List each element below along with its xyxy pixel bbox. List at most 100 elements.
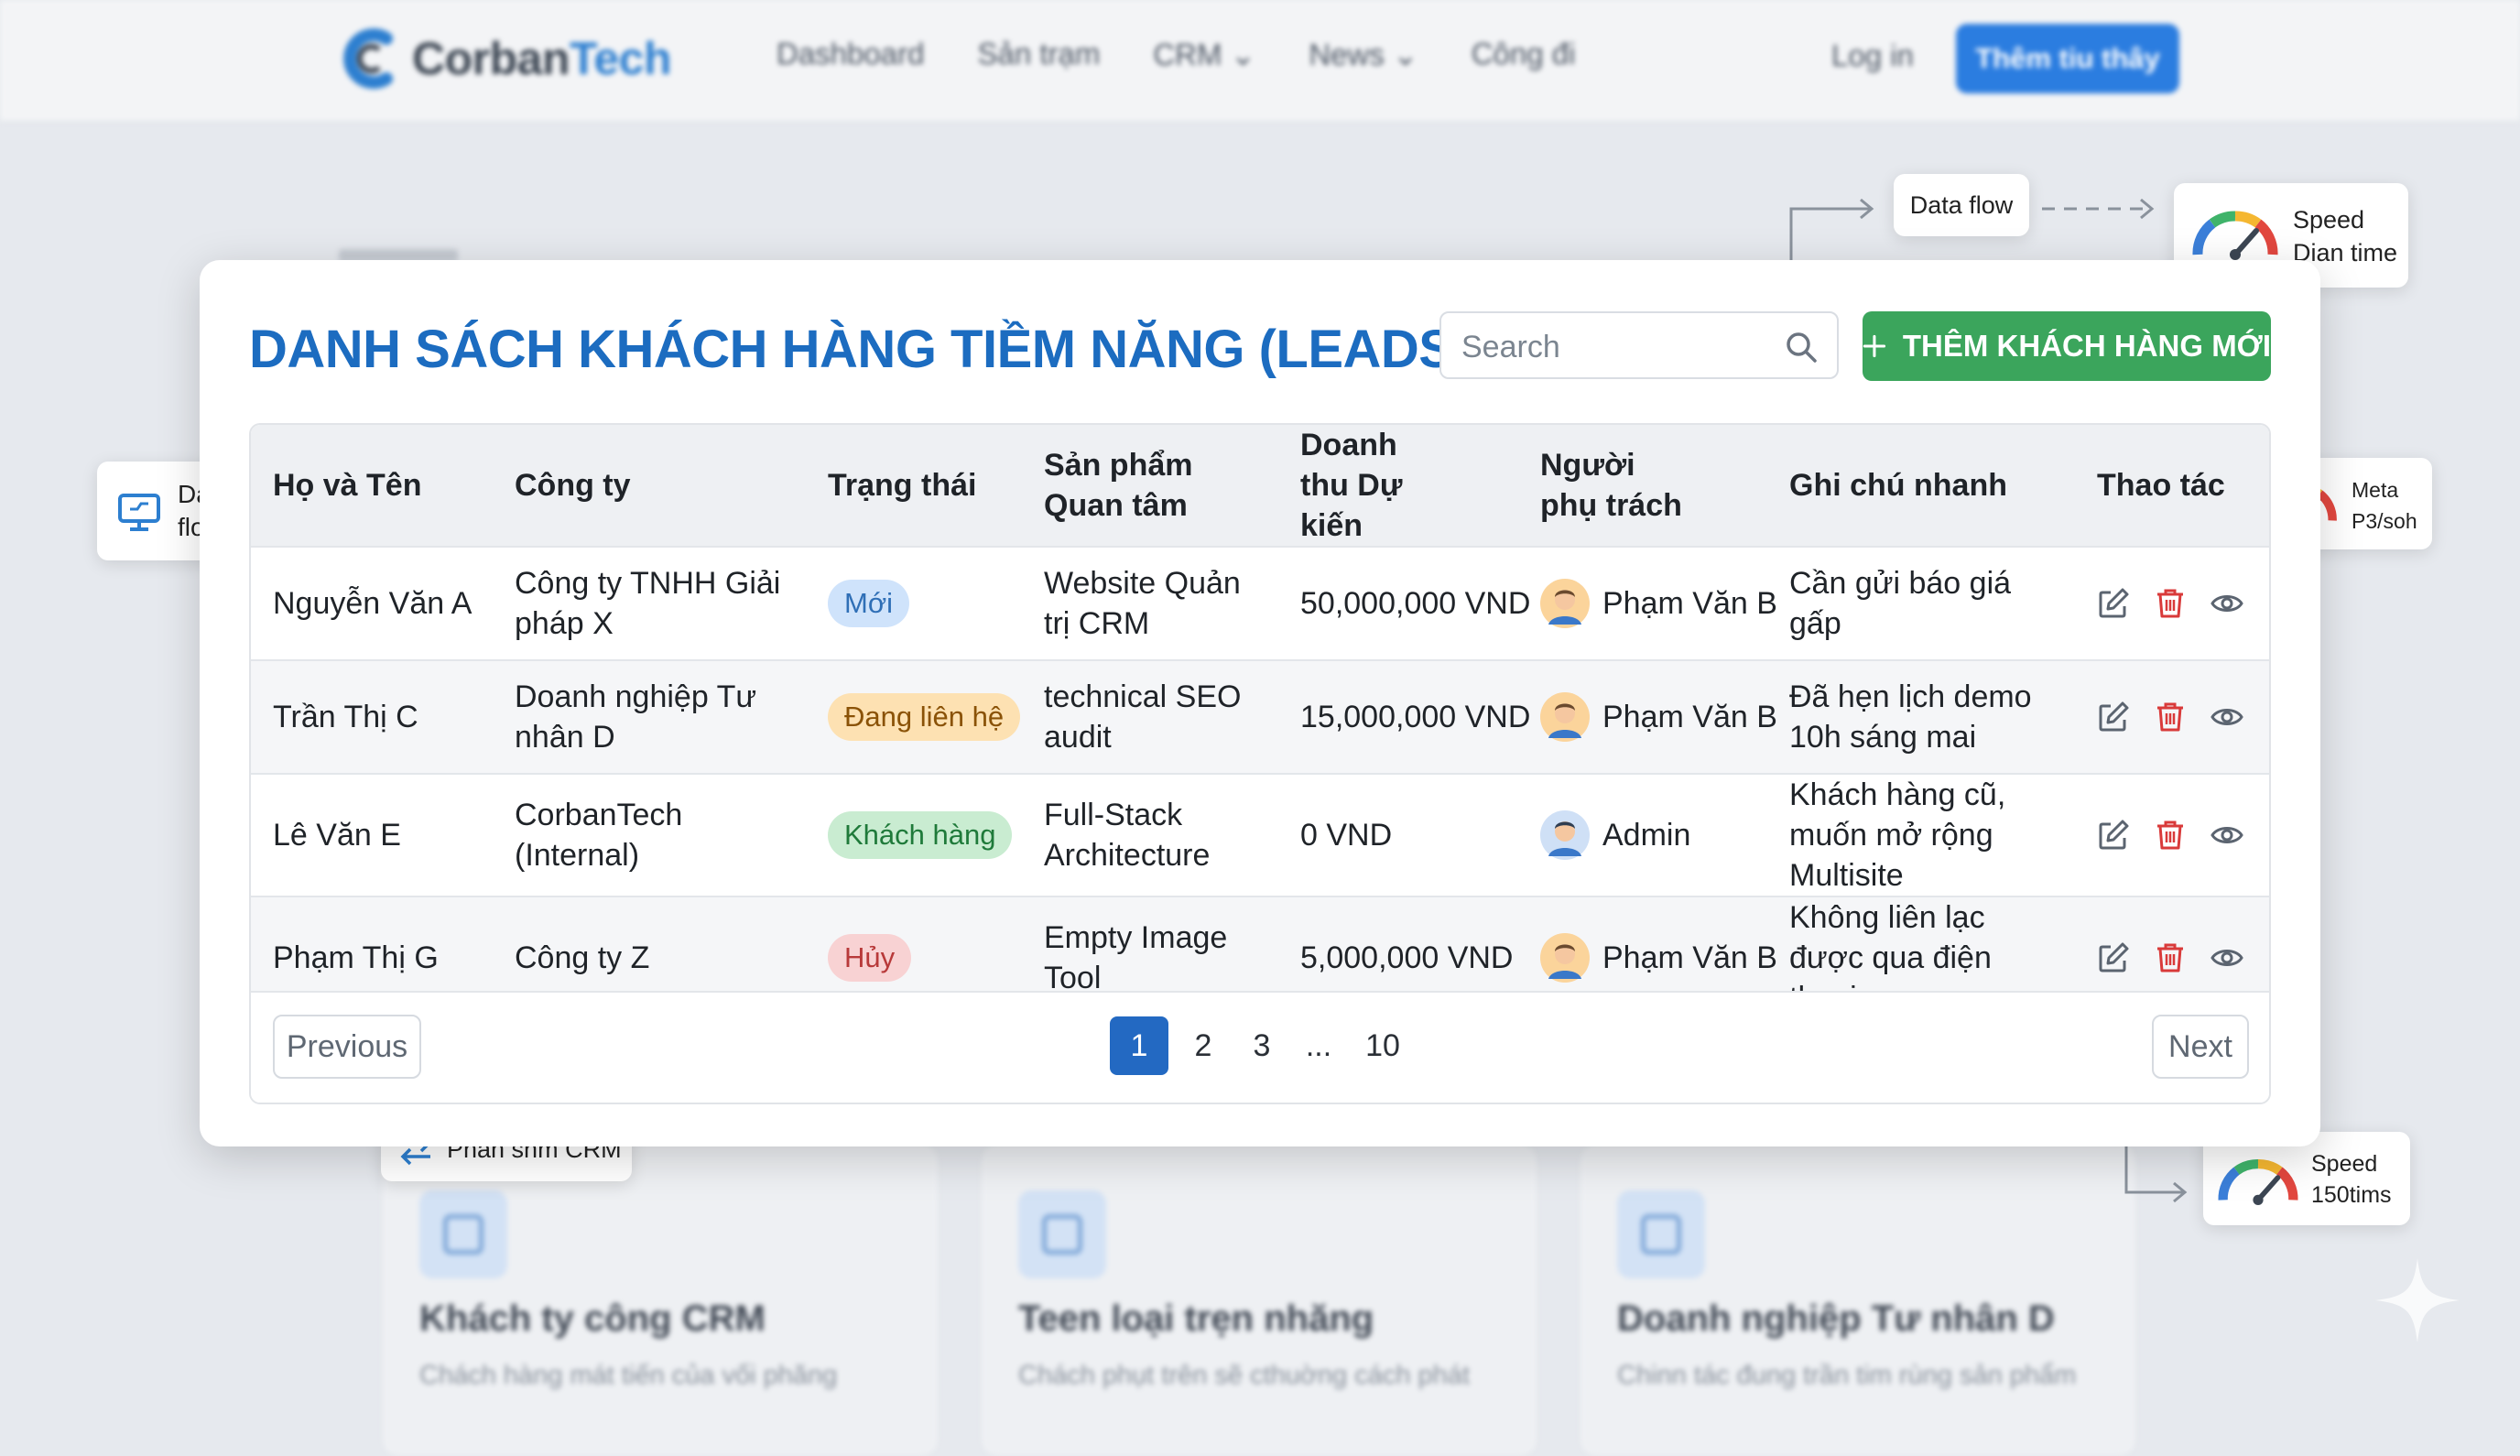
leads-table: Họ và Tên Công ty Trạng thái Sản phẩm Qu… (251, 425, 2269, 1018)
speed-top-text: Speed Dian time (2293, 203, 2397, 269)
search-input[interactable] (1460, 324, 1775, 370)
cell-owner: Phạm Văn B (1518, 659, 1777, 774)
status-badge: Hủy (828, 934, 912, 982)
owner-name: Admin (1602, 818, 1691, 853)
nav-link-cong-di[interactable]: Công đi (1472, 37, 1576, 72)
devices-icon (1018, 1190, 1106, 1278)
next-page-button[interactable]: Next (2152, 1015, 2249, 1079)
nav-link-crm-label: CRM (1153, 38, 1222, 71)
search-icon[interactable] (1784, 330, 1819, 364)
background-card-text: Chách hàng mát tiến của vối phăng (419, 1361, 838, 1390)
speedometer-icon (2192, 211, 2278, 260)
column-header-note[interactable]: Ghi chú nhanh (1767, 425, 2075, 547)
edit-icon[interactable] (2097, 701, 2130, 733)
speed-bottom-text: Speed 150tims (2311, 1148, 2392, 1211)
nav-link-san-tram[interactable]: Sản trạm (977, 37, 1100, 72)
cell-name: Lê Văn E (251, 773, 493, 896)
background-card: Teen loại trẹn nhăng Chách phụt trên sẽ … (982, 1145, 1537, 1456)
background-card-text: Chinn tác đung trần tim rùng sản phẩm (1617, 1361, 2077, 1390)
search-field[interactable] (1439, 311, 1839, 379)
chevron-down-icon: ⌄ (1230, 38, 1256, 71)
cell-note: Cần gửi báo giá gấp (1767, 546, 2075, 660)
cell-owner: Phạm Văn B (1518, 546, 1777, 660)
edit-icon[interactable] (2097, 819, 2130, 852)
view-icon[interactable] (2210, 819, 2243, 852)
nav-cta-button[interactable]: Thêm tiu thây (1956, 24, 2179, 93)
column-header-revenue[interactable]: Doanh thu Dự kiến (1278, 425, 1518, 547)
speedometer-icon (2218, 1158, 2298, 1205)
data-flow-chip[interactable]: Data flow (1894, 174, 2029, 236)
logo-text-part2: Tech (570, 33, 672, 84)
meta-line1: Meta (2352, 478, 2399, 502)
meta-text: Meta P3/soh (2352, 474, 2417, 537)
cell-revenue: 15,000,000 VND (1278, 659, 1530, 774)
table-row[interactable]: Trần Thị C Doanh nghiệp Tư nhân D Đang l… (251, 659, 2269, 774)
column-header-status[interactable]: Trạng thái (806, 425, 1022, 547)
background-card-text: Chách phụt trên sẽ cthuờng cách phát (1018, 1361, 1470, 1390)
logo-text: CorbanTech (412, 32, 672, 85)
owner: Phạm Văn B (1540, 579, 1777, 628)
delete-icon[interactable] (2154, 701, 2187, 733)
table-row[interactable]: Lê Văn E CorbanTech (Internal) Khách hàn… (251, 773, 2269, 896)
table-row[interactable]: Nguyễn Văn A Công ty TNHH Giải pháp X Mớ… (251, 546, 2269, 660)
edit-icon[interactable] (2097, 587, 2130, 620)
chevron-down-icon: ⌄ (1393, 38, 1418, 71)
page-title: DANH SÁCH KHÁCH HÀNG TIỀM NĂNG (LEADS) (249, 320, 1472, 379)
background-card-title: Teen loại trẹn nhăng (1018, 1298, 1374, 1339)
cell-product: Website Quản trị CRM (1022, 546, 1278, 660)
background-card-title: Doanh nghiệp Tư nhân D (1617, 1298, 2055, 1339)
nav-link-news[interactable]: News ⌄ (1309, 37, 1418, 72)
nav-links: Dashboard Sản trạm CRM ⌄ News ⌄ Công đi (777, 37, 1575, 72)
speed-top-line1: Speed (2293, 206, 2365, 234)
logo-mark-icon (343, 28, 393, 89)
owner-name: Phạm Văn B (1602, 586, 1777, 621)
speed-bottom-line2: 150tims (2311, 1182, 2392, 1208)
view-icon[interactable] (2210, 701, 2243, 733)
users-icon (419, 1190, 507, 1278)
avatar-icon (1540, 692, 1590, 742)
owner-name: Phạm Văn B (1602, 940, 1777, 975)
add-lead-button[interactable]: THÊM KHÁCH HÀNG MỚI (1863, 311, 2271, 381)
cell-revenue: 0 VND (1278, 773, 1518, 896)
cell-status: Khách hàng (806, 773, 1022, 896)
top-navbar: CorbanTech Dashboard Sản trạm CRM ⌄ News… (0, 0, 2520, 122)
row-actions (2097, 587, 2269, 620)
column-header-company[interactable]: Công ty (493, 425, 806, 547)
edit-icon[interactable] (2097, 941, 2130, 974)
add-lead-label: THÊM KHÁCH HÀNG MỚI (1902, 329, 2271, 363)
column-header-product[interactable]: Sản phẩm Quan tâm (1022, 425, 1278, 547)
delete-icon[interactable] (2154, 819, 2187, 852)
column-header-name[interactable]: Họ và Tên (251, 425, 493, 547)
cell-status: Mới (806, 546, 1022, 660)
page-number[interactable]: 3 (1244, 1016, 1280, 1075)
column-header-owner[interactable]: Người phụ trách (1518, 425, 1767, 547)
nav-link-dashboard[interactable]: Dashboard (777, 37, 924, 72)
view-icon[interactable] (2210, 587, 2243, 620)
view-icon[interactable] (2210, 941, 2243, 974)
page-number[interactable]: 2 (1185, 1016, 1222, 1075)
background-card-title: Khách ty công CRM (419, 1298, 766, 1339)
cell-actions (2075, 659, 2269, 774)
cell-actions (2075, 773, 2269, 896)
avatar-icon (1540, 933, 1590, 983)
cell-note: Khách hàng cũ, muốn mở rộng Multisite (1767, 773, 2075, 896)
speed-bottom-line1: Speed (2311, 1151, 2378, 1177)
login-link[interactable]: Log in (1831, 38, 1914, 73)
avatar-icon (1540, 579, 1590, 628)
nav-link-crm[interactable]: CRM ⌄ (1153, 37, 1255, 72)
owner-name: Phạm Văn B (1602, 700, 1777, 734)
previous-page-button[interactable]: Previous (273, 1015, 421, 1079)
delete-icon[interactable] (2154, 941, 2187, 974)
nav-link-news-label: News (1309, 38, 1385, 71)
page-number-active[interactable]: 1 (1110, 1016, 1168, 1075)
page-number[interactable]: 10 (1355, 1016, 1410, 1075)
plus-icon (1863, 334, 1886, 358)
status-badge: Khách hàng (828, 811, 1013, 859)
delete-icon[interactable] (2154, 587, 2187, 620)
cell-company: Doanh nghiệp Tư nhân D (493, 659, 806, 774)
page-ellipsis: ... (1305, 1027, 1332, 1063)
brand-logo[interactable]: CorbanTech (339, 24, 672, 93)
leads-table-container: Họ và Tên Công ty Trạng thái Sản phẩm Qu… (249, 423, 2271, 1104)
cell-company: CorbanTech (Internal) (493, 773, 806, 896)
cell-revenue: 50,000,000 VND (1278, 546, 1530, 660)
